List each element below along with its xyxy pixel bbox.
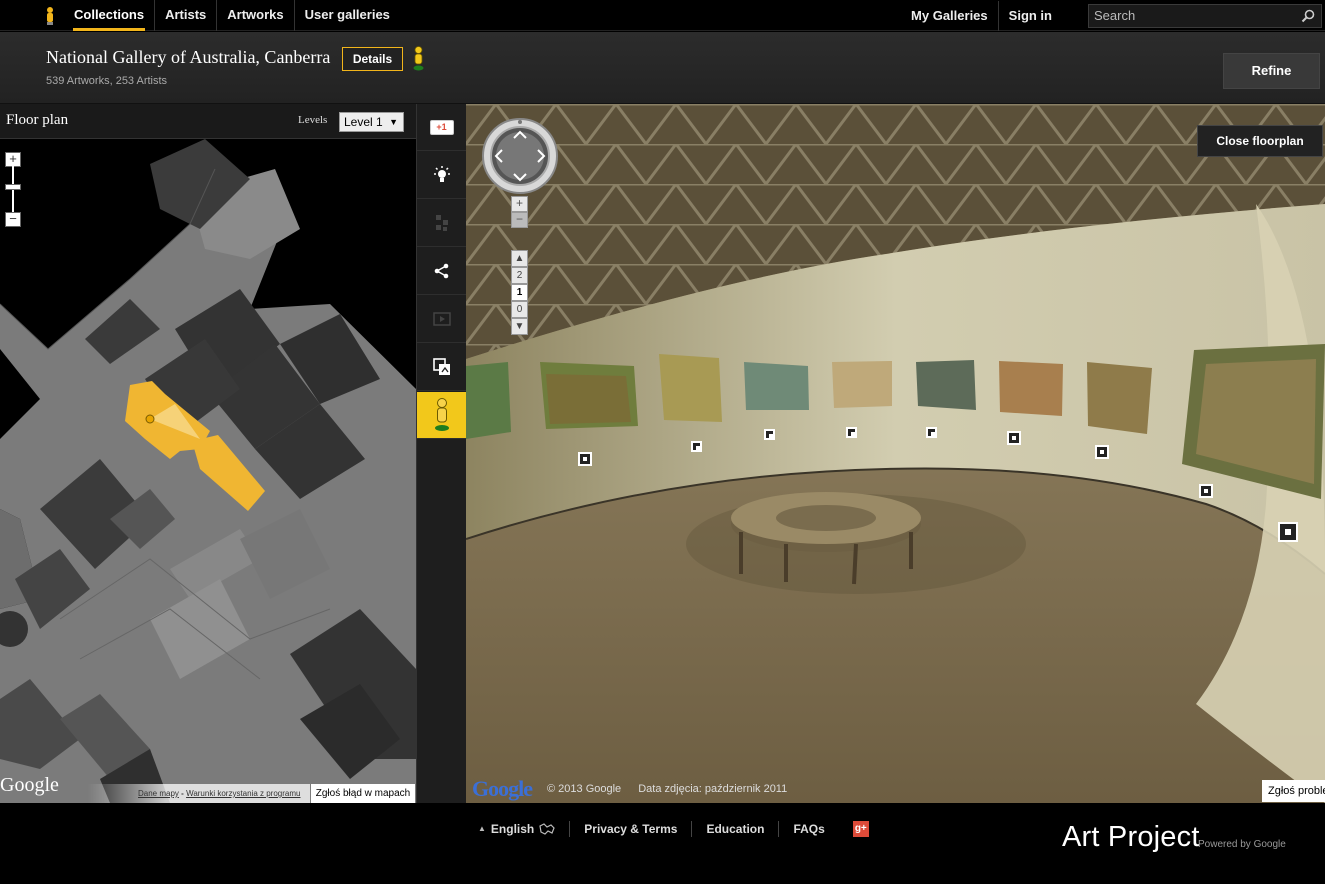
floor-plan-map[interactable] (0, 139, 416, 803)
floor-plan-header: Floor plan Levels Level 1 ▼ (0, 104, 416, 139)
copyright-text: © 2013 Google (547, 783, 622, 795)
map-report-error-button[interactable]: Zgłoś błąd w mapach (311, 784, 415, 803)
refine-button[interactable]: Refine (1223, 53, 1320, 89)
search-box (1088, 3, 1322, 28)
fullscreen-icon (432, 312, 451, 326)
search-input[interactable] (1089, 4, 1289, 27)
language-label: English (490, 822, 535, 836)
google-logo: Google (0, 774, 59, 796)
nav-collections[interactable]: Collections (64, 0, 154, 31)
pegman-icon[interactable] (44, 6, 56, 26)
legal-separator: - (181, 789, 184, 798)
artwork-hotspot[interactable] (764, 429, 775, 440)
search-icon[interactable] (1301, 9, 1315, 23)
map-zoom-slider[interactable] (5, 184, 21, 190)
pegman-icon[interactable] (412, 46, 425, 72)
gallery-stats: 539 Artworks, 253 Artists (46, 75, 168, 87)
floor-button-1[interactable]: 1 (511, 284, 528, 301)
map-zoom-control: + − (5, 152, 21, 228)
artwork-hotspot[interactable] (1199, 484, 1213, 498)
street-view-panorama[interactable]: Close floorplan + − ▲ 2 1 0 ▼ Google © 2… (466, 104, 1325, 803)
map-legal: Dane mapy - Warunki korzystania z progra… (88, 784, 310, 803)
top-navigation-bar: Collections Artists Artworks User galler… (0, 0, 1325, 31)
nav-artists[interactable]: Artists (154, 0, 216, 31)
panorama-zoom-in-button[interactable]: + (511, 196, 528, 212)
nav-artworks[interactable]: Artworks (216, 0, 293, 31)
education-link[interactable]: Education (691, 821, 778, 837)
my-galleries-link[interactable]: My Galleries (901, 1, 998, 31)
details-button[interactable]: Details (342, 47, 403, 71)
share-icon (434, 263, 448, 279)
google-logo-text: Google (472, 776, 533, 801)
art-project-logo[interactable]: Art Project (1062, 821, 1200, 854)
footer: ▲ English Privacy & Terms Education FAQs… (0, 803, 1325, 884)
grid-icon (435, 215, 448, 231)
nav-user-galleries[interactable]: User galleries (293, 0, 400, 31)
level-select-value: Level 1 (344, 115, 383, 129)
google-logo: Google (472, 776, 533, 802)
overlay-tool[interactable] (417, 344, 466, 391)
gallery-interior-image (466, 104, 1325, 803)
close-floorplan-button[interactable]: Close floorplan (1197, 125, 1323, 157)
panorama-zoom-out-button[interactable]: − (511, 212, 528, 228)
artwork-hotspot[interactable] (846, 427, 857, 438)
chevron-down-icon[interactable]: ▼ (511, 318, 528, 335)
level-select[interactable]: Level 1 ▼ (339, 112, 404, 132)
tools-column: +1 (416, 104, 466, 803)
floor-button-2[interactable]: 2 (511, 267, 528, 284)
artwork-hotspot[interactable] (578, 452, 592, 466)
chevron-up-icon[interactable]: ▲ (511, 250, 528, 267)
powered-by-google: Powered by Google (1198, 839, 1286, 850)
gplus-icon[interactable]: g+ (852, 821, 869, 837)
dropdown-arrow-icon: ▼ (389, 117, 398, 127)
faqs-link[interactable]: FAQs (778, 821, 838, 837)
artwork-hotspot[interactable] (926, 427, 937, 438)
grid-tool[interactable] (417, 200, 466, 247)
panorama-zoom-control: + − (511, 196, 528, 228)
artwork-hotspot[interactable] (1007, 431, 1021, 445)
terms-link[interactable]: Warunki korzystania z programu (186, 789, 300, 798)
pegman-icon (434, 398, 449, 431)
artwork-hotspot[interactable] (691, 441, 702, 452)
lightbulb-tool[interactable] (417, 152, 466, 199)
language-selector[interactable]: ▲ English (478, 821, 569, 837)
main-nav: Collections Artists Artworks User galler… (64, 0, 400, 31)
floor-plan-panel: Floor plan Levels Level 1 ▼ + − Google D… (0, 104, 416, 803)
map-zoom-in-button[interactable]: + (5, 152, 21, 167)
map-data-link[interactable]: Dane mapy (138, 789, 179, 798)
panorama-attribution: © 2013 Google Data zdjęcia: październik … (547, 783, 801, 795)
gplus-badge: +1 (429, 119, 454, 135)
photo-date-text: Data zdjęcia: październik 2011 (638, 783, 788, 795)
map-zoom-track (12, 166, 14, 216)
report-problem-button[interactable]: Zgłoś problem (1262, 780, 1325, 802)
privacy-terms-link[interactable]: Privacy & Terms (569, 821, 691, 837)
lightbulb-icon (433, 166, 450, 182)
sign-in-link[interactable]: Sign in (997, 0, 1062, 31)
pan-control[interactable] (481, 117, 559, 195)
footer-links: ▲ English Privacy & Terms Education FAQs… (478, 821, 869, 837)
floor-switcher: ▲ 2 1 0 ▼ (511, 250, 528, 335)
gallery-header: National Gallery of Australia, Canberra … (0, 32, 1325, 104)
globe-icon (539, 823, 555, 835)
top-right-links: My Galleries Sign in (901, 0, 1325, 31)
map-zoom-out-button[interactable]: − (5, 212, 21, 227)
levels-label: Levels (298, 114, 328, 126)
floor-button-0[interactable]: 0 (511, 301, 528, 318)
fullscreen-tool[interactable] (417, 296, 466, 343)
artwork-hotspot[interactable] (1095, 445, 1109, 459)
gplus-button[interactable]: +1 (417, 104, 466, 151)
artwork-hotspot[interactable] (1278, 522, 1298, 542)
chevron-up-icon: ▲ (478, 824, 486, 833)
share-tool[interactable] (417, 248, 466, 295)
floor-plan-title: Floor plan (6, 112, 69, 128)
overlay-icon (432, 358, 450, 375)
street-view-tool[interactable] (417, 392, 466, 439)
gallery-title: National Gallery of Australia, Canberra (46, 47, 331, 67)
